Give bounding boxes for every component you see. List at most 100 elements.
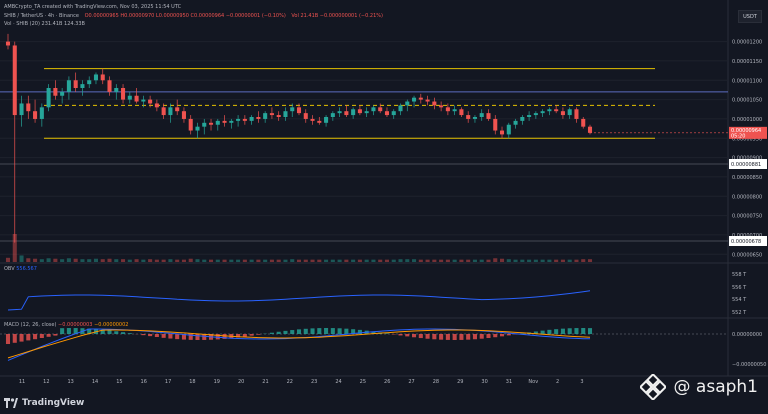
volume-bar xyxy=(507,259,511,262)
macd-value-1: −0.00000003 xyxy=(58,322,92,328)
candle-body xyxy=(500,131,504,135)
candle-body xyxy=(486,113,490,119)
candle xyxy=(270,107,274,119)
macd-histogram-bar xyxy=(53,334,57,336)
volume-bar xyxy=(385,260,389,262)
volume-bar xyxy=(87,259,91,262)
candle xyxy=(500,127,504,139)
candle-body xyxy=(74,80,78,88)
candle xyxy=(168,103,172,122)
candle-body xyxy=(297,107,301,113)
candle-body xyxy=(101,74,105,80)
candle-body xyxy=(155,103,159,107)
candle-body xyxy=(541,111,545,113)
chart-area[interactable]: 0.000012000.000011500.000011000.00001050… xyxy=(0,0,768,410)
obv-value: 556.567 xyxy=(16,266,37,272)
candle-body xyxy=(581,119,585,127)
macd-histogram-bar xyxy=(405,334,409,336)
candle-body xyxy=(514,121,518,125)
currency-button[interactable]: USDT xyxy=(738,10,762,23)
watermark-handle: @ asaph1 xyxy=(674,377,758,397)
candle-body xyxy=(53,88,57,96)
candle xyxy=(473,115,477,123)
candle-body xyxy=(47,88,51,107)
candle xyxy=(541,109,545,117)
chart-svg[interactable]: 0.000012000.000011500.000011000.00001050… xyxy=(0,0,768,410)
volume-bar xyxy=(47,258,51,262)
price-tick-label: 0.00001200 xyxy=(732,40,762,46)
volume-bar xyxy=(405,259,409,262)
macd-histogram-bar xyxy=(20,334,24,342)
symbol-line[interactable]: SHIB / TetherUS · 4h · Binance xyxy=(4,13,79,19)
macd-histogram-bar xyxy=(398,334,402,335)
candle xyxy=(365,107,369,117)
volume-bar xyxy=(541,260,545,262)
obv-legend: OBV 556.567 xyxy=(4,266,37,272)
attribution-text: AMBCrypto_TA created with TradingView.co… xyxy=(4,4,181,10)
macd-histogram-bar xyxy=(256,334,260,335)
volume-bar xyxy=(331,260,335,262)
candle xyxy=(94,73,98,85)
candle xyxy=(459,107,463,117)
volume-bar xyxy=(324,260,328,262)
price-tick-label: 0.00000750 xyxy=(732,214,762,220)
volume-bar xyxy=(148,259,152,262)
candle-body xyxy=(202,123,206,127)
obv-tick-label: 552 T xyxy=(732,310,747,316)
volume-bar xyxy=(588,259,592,262)
time-tick-label: 12 xyxy=(43,379,49,385)
candle xyxy=(419,94,423,104)
candle xyxy=(236,115,240,127)
candle-body xyxy=(121,88,125,100)
volume-bar xyxy=(74,259,78,262)
candle-body xyxy=(182,111,186,119)
candle-body xyxy=(67,80,71,92)
candle-body xyxy=(20,103,24,115)
macd-histogram-bar xyxy=(114,331,118,334)
candle xyxy=(135,88,139,103)
candle-body xyxy=(304,113,308,119)
price-tick-label: 0.00000850 xyxy=(732,175,762,181)
candle-body xyxy=(195,127,199,131)
candle xyxy=(250,115,254,125)
candle-body xyxy=(432,102,436,106)
candle-body xyxy=(561,111,565,115)
volume-bar xyxy=(155,260,159,262)
macd-value-2: −0.00000002 xyxy=(94,322,128,328)
candle xyxy=(195,123,199,138)
candle xyxy=(20,96,24,127)
volume-bar xyxy=(175,260,179,262)
volume-bar xyxy=(243,260,247,262)
volume-bar xyxy=(135,259,139,262)
candle-body xyxy=(574,109,578,119)
macd-histogram-bar xyxy=(574,328,578,334)
candle xyxy=(338,107,342,117)
macd-histogram-bar xyxy=(385,333,389,334)
candle xyxy=(101,69,105,84)
volume-bar xyxy=(439,260,443,262)
candle xyxy=(74,73,78,92)
candle xyxy=(453,105,457,115)
volume-bar xyxy=(283,260,287,262)
candle-body xyxy=(168,107,172,115)
candle-body xyxy=(243,119,247,121)
price-tick-label: 0.00001150 xyxy=(732,59,762,65)
volume-bar xyxy=(338,260,342,262)
current-time-label: 05:20 xyxy=(731,133,745,139)
candle xyxy=(202,119,206,134)
macd-histogram-bar xyxy=(547,330,551,334)
time-tick-label: 26 xyxy=(384,379,390,385)
candle xyxy=(128,92,132,104)
candle xyxy=(534,111,538,119)
candle xyxy=(304,109,308,123)
time-tick-label: 22 xyxy=(287,379,293,385)
volume-bar xyxy=(33,259,37,262)
candle-body xyxy=(520,117,524,121)
volume-bar xyxy=(202,260,206,262)
candle xyxy=(344,105,348,117)
candle-body xyxy=(412,98,416,102)
macd-histogram-bar xyxy=(283,331,287,334)
tradingview-brand: TradingView xyxy=(22,398,84,408)
candle xyxy=(554,105,558,113)
candle xyxy=(229,119,233,129)
